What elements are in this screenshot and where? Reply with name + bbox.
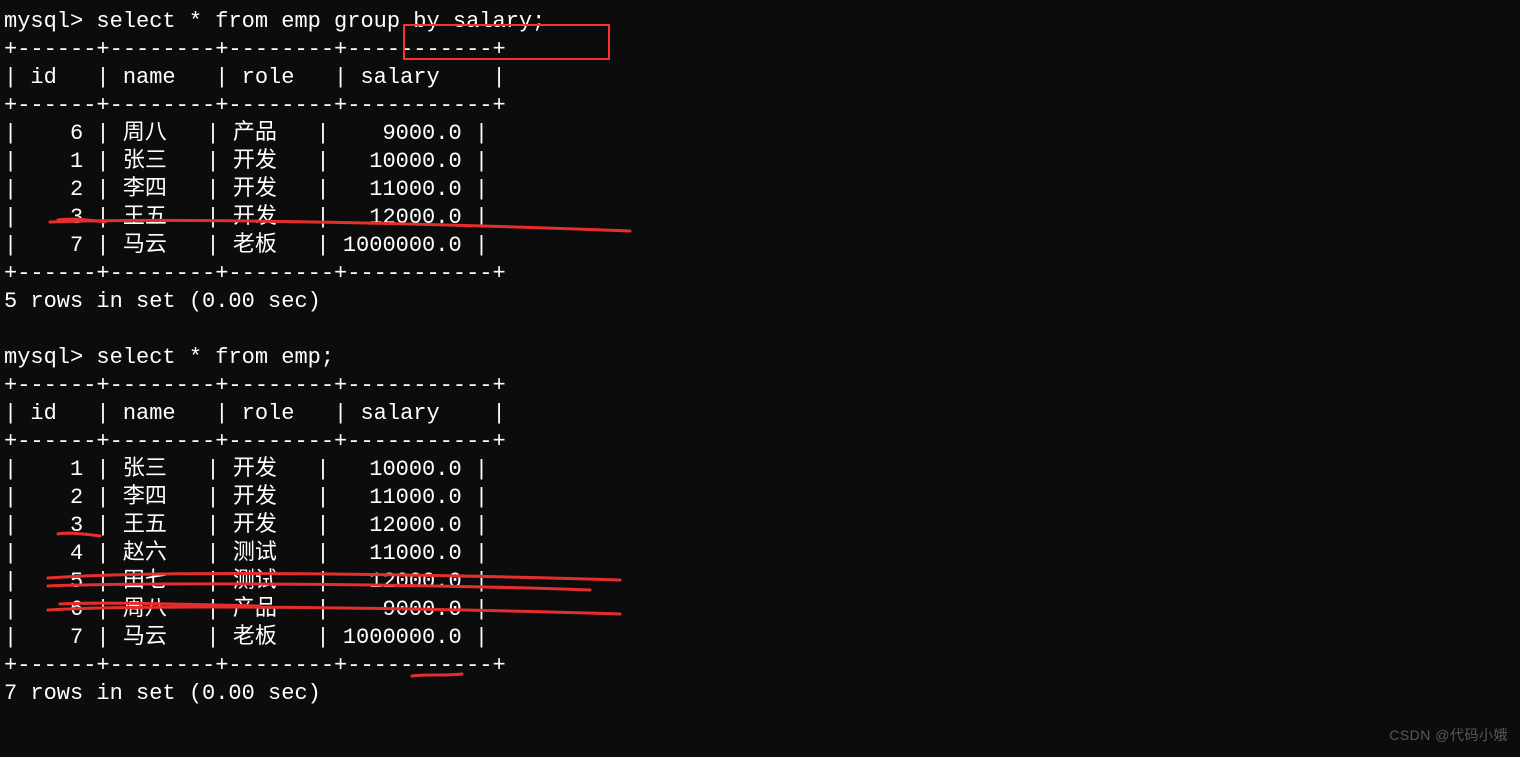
prompt-1: mysql> bbox=[4, 9, 83, 34]
query-2: select * from emp; bbox=[96, 345, 334, 370]
header-row-2: | id | name | role | salary | bbox=[4, 401, 506, 426]
result1-footer: 5 rows in set (0.00 sec) bbox=[4, 289, 321, 314]
border-mid-1: +------+--------+--------+-----------+ bbox=[4, 93, 506, 118]
border-mid-2: +------+--------+--------+-----------+ bbox=[4, 429, 506, 454]
csdn-watermark: CSDN @代码小娥 bbox=[1389, 721, 1508, 749]
result2-footer: 7 rows in set (0.00 sec) bbox=[4, 681, 321, 706]
query-1: select * from emp group by salary; bbox=[96, 9, 545, 34]
border-top-2: +------+--------+--------+-----------+ bbox=[4, 373, 506, 398]
prompt-2: mysql> bbox=[4, 345, 83, 370]
table2-rows: | 1 | 张三 | 开发 | 10000.0 | | 2 | 李四 | 开发 … bbox=[4, 457, 488, 650]
header-row-1: | id | name | role | salary | bbox=[4, 65, 506, 90]
border-bot-2: +------+--------+--------+-----------+ bbox=[4, 653, 506, 678]
border-top-1: +------+--------+--------+-----------+ bbox=[4, 37, 506, 62]
mysql-terminal[interactable]: mysql> select * from emp group by salary… bbox=[0, 0, 1520, 716]
table1-rows: | 6 | 周八 | 产品 | 9000.0 | | 1 | 张三 | 开发 |… bbox=[4, 121, 488, 258]
border-bot-1: +------+--------+--------+-----------+ bbox=[4, 261, 506, 286]
